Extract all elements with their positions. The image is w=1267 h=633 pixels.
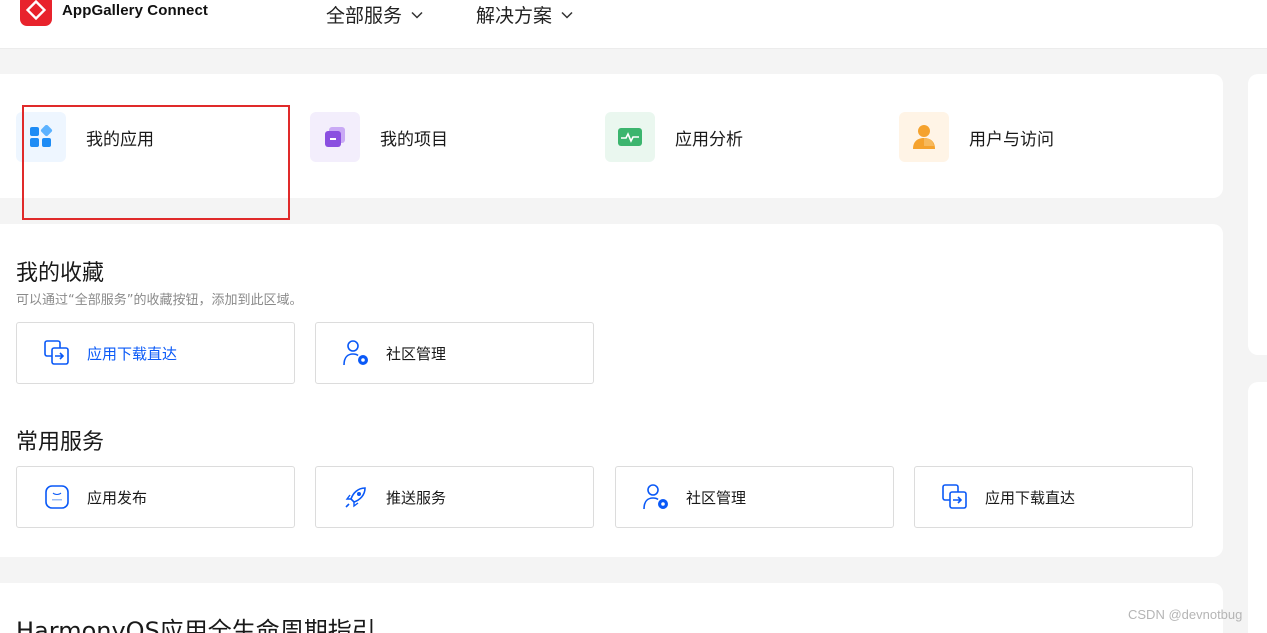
analytics-icon bbox=[605, 112, 655, 162]
nav-all-services[interactable]: 全部服务 bbox=[326, 1, 424, 28]
quick-item-label: 用户与访问 bbox=[969, 129, 1054, 150]
quick-item-app-analytics[interactable]: 应用分析 bbox=[605, 112, 743, 162]
service-label: 社区管理 bbox=[686, 488, 747, 507]
download-direct-icon bbox=[43, 339, 71, 367]
service-label: 应用下载直达 bbox=[87, 344, 178, 363]
common-item-download-direct[interactable]: 应用下载直达 bbox=[914, 466, 1193, 528]
service-label: 推送服务 bbox=[386, 488, 447, 507]
chevron-down-icon bbox=[411, 11, 423, 19]
nav-solutions[interactable]: 解决方案 bbox=[476, 1, 574, 28]
service-label: 社区管理 bbox=[386, 344, 447, 363]
service-label: 应用下载直达 bbox=[985, 488, 1076, 507]
push-rocket-icon bbox=[342, 483, 370, 511]
favorite-item-download-direct[interactable]: 应用下载直达 bbox=[16, 322, 295, 384]
user-access-icon bbox=[899, 112, 949, 162]
top-navigation-bar: AppGallery Connect 全部服务 解决方案 bbox=[0, 0, 1267, 49]
nav-all-services-label: 全部服务 bbox=[326, 5, 403, 27]
favorites-and-services-card: 我的收藏 可以通过“全部服务”的收藏按钮，添加到此区域。 应用下载直达 社区管理… bbox=[0, 224, 1223, 557]
favorites-title: 我的收藏 bbox=[16, 261, 105, 286]
common-item-community-manage[interactable]: 社区管理 bbox=[615, 466, 894, 528]
brand-name[interactable]: AppGallery Connect bbox=[62, 2, 208, 19]
quick-item-label: 我的应用 bbox=[86, 129, 154, 150]
projects-icon bbox=[310, 112, 360, 162]
quick-item-my-apps[interactable]: 我的应用 bbox=[16, 112, 154, 162]
nav-solutions-label: 解决方案 bbox=[476, 5, 553, 27]
side-panel-top bbox=[1248, 74, 1267, 355]
service-label: 应用发布 bbox=[87, 488, 148, 507]
quick-access-card: 我的应用 我的项目 应用分析 用户与访问 bbox=[0, 74, 1223, 198]
quick-item-label: 应用分析 bbox=[675, 129, 743, 150]
community-manage-icon bbox=[342, 339, 370, 367]
guide-title: HarmonyOS应用全生命周期指引 bbox=[16, 617, 376, 633]
side-panel-bottom bbox=[1248, 382, 1267, 633]
common-item-app-release[interactable]: 应用发布 bbox=[16, 466, 295, 528]
apps-grid-icon bbox=[16, 112, 66, 162]
quick-item-my-projects[interactable]: 我的项目 bbox=[310, 112, 448, 162]
quick-item-label: 我的项目 bbox=[380, 129, 448, 150]
watermark: CSDN @devnotbug bbox=[1128, 607, 1243, 622]
harmonyos-guide-card: HarmonyOS应用全生命周期指引 bbox=[0, 583, 1223, 633]
quick-item-user-access[interactable]: 用户与访问 bbox=[899, 112, 1054, 162]
common-item-push-service[interactable]: 推送服务 bbox=[315, 466, 594, 528]
chevron-down-icon bbox=[561, 11, 573, 19]
favorite-item-community-manage[interactable]: 社区管理 bbox=[315, 322, 594, 384]
community-manage-icon bbox=[642, 483, 670, 511]
appgallery-logo-icon[interactable] bbox=[20, 0, 52, 26]
favorites-subtitle: 可以通过“全部服务”的收藏按钮，添加到此区域。 bbox=[16, 293, 303, 308]
app-release-icon bbox=[43, 483, 71, 511]
common-services-title: 常用服务 bbox=[16, 430, 105, 455]
download-direct-icon bbox=[941, 483, 969, 511]
